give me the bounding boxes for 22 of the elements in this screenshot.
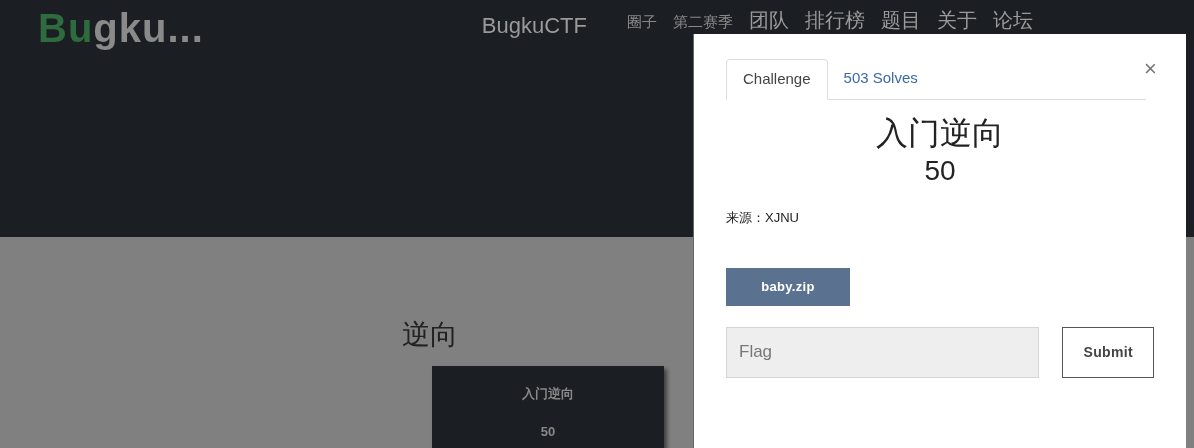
nav-link[interactable]: 关于 <box>936 8 977 32</box>
challenge-description: 来源：XJNU <box>726 209 800 227</box>
site-title[interactable]: BugkuCTF <box>481 12 587 40</box>
modal-tab[interactable]: Challenge <box>726 59 828 100</box>
challenge-card[interactable]: 入门逆向 50 <box>432 366 664 448</box>
nav-link[interactable]: 排行榜 <box>804 8 865 32</box>
challenge-points: 50 <box>540 422 556 441</box>
download-button[interactable]: baby.zip <box>726 267 850 306</box>
logo-text[interactable]: gku... <box>93 4 204 52</box>
submit-button[interactable]: Submit <box>1062 326 1154 378</box>
modal-tab[interactable]: 503 Solves <box>827 58 934 99</box>
modal-title: 入门逆向 <box>876 114 1004 152</box>
flag-field[interactable]: Flag <box>726 326 1040 378</box>
nav-link[interactable]: 论坛 <box>992 8 1033 32</box>
challenge-name: 入门逆向 <box>522 385 574 403</box>
modal-points: 50 <box>924 154 956 188</box>
nav-link[interactable]: 第二赛季 <box>672 12 733 32</box>
nav-link[interactable]: 圈子 <box>626 12 657 32</box>
nav-link[interactable]: 题目 <box>880 8 921 32</box>
category-heading: 逆向 <box>402 318 458 352</box>
nav-link[interactable]: 团队 <box>748 8 789 32</box>
close-button[interactable]: × <box>1144 58 1157 80</box>
